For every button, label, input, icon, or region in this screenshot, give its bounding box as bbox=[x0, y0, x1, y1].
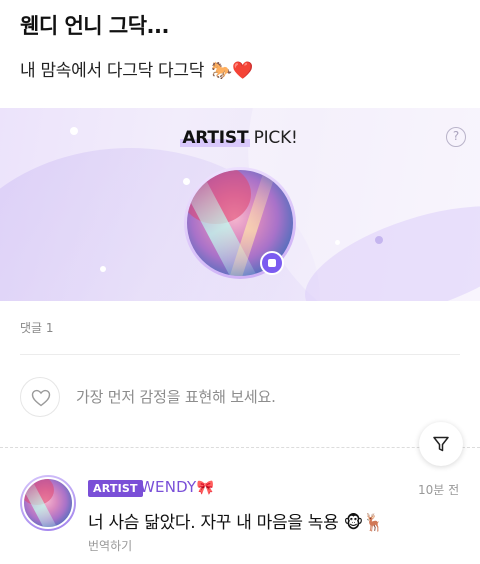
filter-icon bbox=[433, 436, 449, 452]
banner-dot bbox=[375, 236, 383, 244]
post-body-emoji: 🐎❤️ bbox=[211, 61, 253, 81]
section-divider bbox=[0, 447, 480, 448]
comment-text: 너 사슴 닮았다. 자꾸 내 마음을 녹용 🐵🦌 bbox=[88, 513, 384, 533]
artist-pick-banner: ARTIST PICK! ? bbox=[0, 108, 480, 301]
post-body-text: 내 맘속에서 다그닥 다그닥 bbox=[20, 61, 205, 81]
artist-pick-avatar[interactable] bbox=[184, 167, 296, 279]
avatar[interactable] bbox=[20, 475, 76, 531]
post-title: 웬디 언니 그닥... bbox=[20, 14, 169, 38]
artist-verified-icon bbox=[260, 251, 284, 275]
divider bbox=[20, 354, 460, 355]
comment-author-name: WENDY bbox=[140, 478, 197, 496]
artist-pick-title-light: PICK! bbox=[248, 128, 298, 148]
comment-time: 10분 전 bbox=[418, 483, 460, 497]
heart-icon[interactable] bbox=[20, 377, 60, 417]
filter-button[interactable] bbox=[419, 422, 463, 466]
translate-link[interactable]: 번역하기 bbox=[88, 537, 132, 554]
comment-author[interactable]: WENDY🎀 bbox=[140, 478, 214, 496]
artist-badge: ARTIST bbox=[88, 480, 143, 497]
banner-dot bbox=[335, 240, 340, 245]
artist-pick-title-strong: ARTIST bbox=[182, 128, 249, 148]
artist-pick-title: ARTIST PICK! bbox=[0, 128, 480, 148]
comment-count: 댓글 1 bbox=[20, 321, 54, 335]
reaction-prompt[interactable]: 가장 먼저 감정을 표현해 보세요. bbox=[76, 386, 276, 407]
comment-author-emoji: 🎀 bbox=[196, 480, 215, 496]
banner-dot bbox=[100, 266, 106, 272]
heart-icon-svg bbox=[31, 389, 51, 407]
artist-photo bbox=[22, 477, 74, 529]
post-body: 내 맘속에서 다그닥 다그닥 🐎❤️ bbox=[20, 56, 253, 81]
help-icon[interactable]: ? bbox=[446, 127, 466, 147]
